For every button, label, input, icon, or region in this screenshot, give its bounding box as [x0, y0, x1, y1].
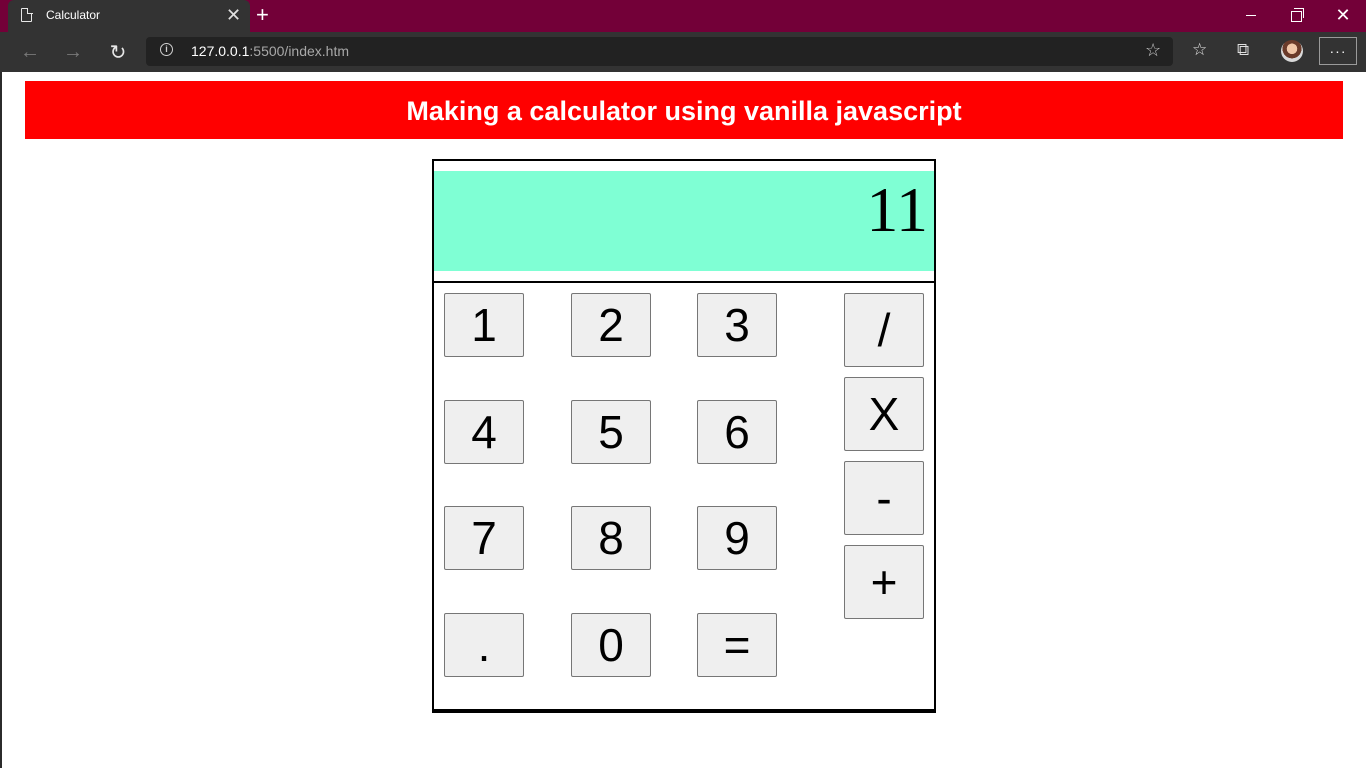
viewport-edge [0, 72, 2, 768]
key-1[interactable]: 1 [444, 293, 524, 357]
url-text[interactable]: 127.0.0.1:5500/index.htm [191, 43, 349, 59]
tab-title: Calculator [46, 8, 101, 22]
key-6[interactable]: 6 [697, 400, 777, 464]
key-divide[interactable]: / [844, 293, 924, 367]
page-title: Making a calculator using vanilla javasc… [25, 81, 1343, 139]
window-close-icon: ✕ [1335, 5, 1351, 25]
page-icon [21, 7, 33, 22]
collections-icon[interactable]: ⧉ [1237, 40, 1249, 60]
key-9[interactable]: 9 [697, 506, 777, 570]
minimize-button[interactable] [1228, 0, 1274, 30]
key-4[interactable]: 4 [444, 400, 524, 464]
new-tab-button[interactable]: + [256, 3, 269, 27]
key-decimal[interactable]: . [444, 613, 524, 677]
key-8[interactable]: 8 [571, 506, 651, 570]
key-add[interactable]: + [844, 545, 924, 619]
key-subtract[interactable]: - [844, 461, 924, 535]
key-7[interactable]: 7 [444, 506, 524, 570]
key-2[interactable]: 2 [571, 293, 651, 357]
key-0[interactable]: 0 [571, 613, 651, 677]
key-5[interactable]: 5 [571, 400, 651, 464]
minimize-icon [1246, 14, 1256, 16]
tab-close-icon[interactable]: ✕ [226, 5, 241, 25]
maximize-icon [1290, 7, 1304, 22]
back-icon[interactable]: ← [12, 32, 48, 72]
browser-tab[interactable]: Calculator ✕ [8, 0, 250, 32]
url-path: :5500/index.htm [249, 43, 350, 59]
info-icon[interactable]: i [160, 43, 173, 56]
display-divider [434, 281, 934, 283]
window-close-button[interactable]: ✕ [1320, 0, 1366, 30]
reload-icon[interactable]: ↻ [100, 32, 136, 72]
favorites-icon[interactable]: ☆ [1192, 40, 1207, 60]
star-icon[interactable]: ☆ [1145, 40, 1161, 61]
avatar[interactable] [1281, 40, 1303, 62]
key-multiply[interactable]: X [844, 377, 924, 451]
maximize-button[interactable] [1274, 0, 1320, 30]
forward-icon[interactable]: → [55, 32, 91, 72]
calculator-display: 11 [434, 171, 934, 271]
url-host: 127.0.0.1 [191, 43, 250, 59]
browser-tab-strip: Calculator ✕ + ✕ [0, 0, 1366, 32]
more-menu-button[interactable]: ··· [1319, 37, 1357, 65]
key-equals[interactable]: = [697, 613, 777, 677]
key-3[interactable]: 3 [697, 293, 777, 357]
